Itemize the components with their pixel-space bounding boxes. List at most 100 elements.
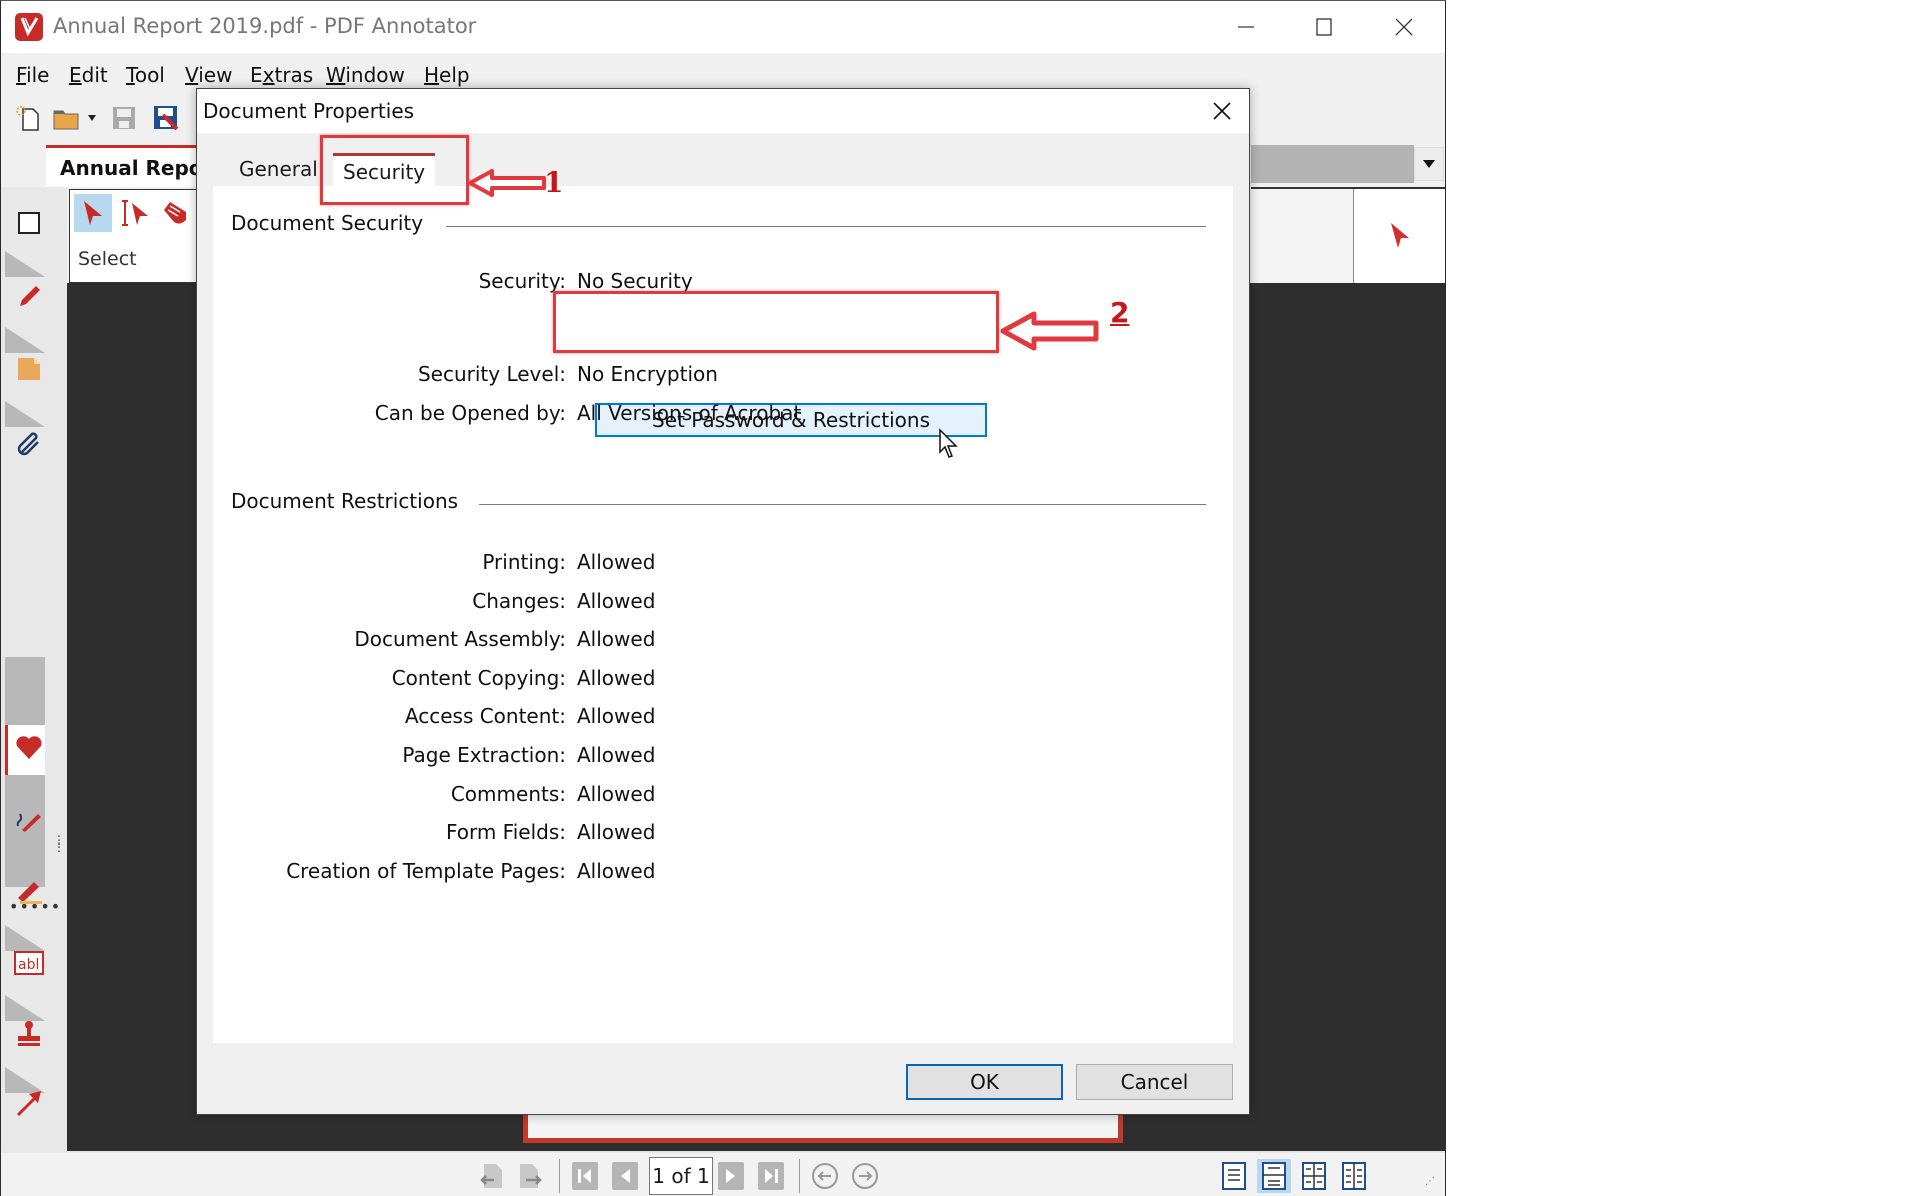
menu-view[interactable]: View [185, 63, 232, 87]
restriction-value: Allowed [577, 820, 656, 844]
annotation-step-1: 1 [544, 166, 564, 199]
restriction-label: Form Fields: [445, 820, 566, 844]
save-icon[interactable] [107, 101, 141, 135]
select-tool-label: Select [78, 248, 137, 270]
can-be-opened-by-value: All Versions of Acrobat [577, 401, 802, 425]
restriction-value: Allowed [577, 859, 656, 883]
continuous-view-button[interactable] [1257, 1159, 1291, 1193]
dialog-title: Document Properties [203, 99, 415, 123]
window-title: Annual Report 2019.pdf - PDF Annotator [53, 14, 477, 38]
menu-file[interactable]: File [16, 63, 49, 87]
new-document-icon[interactable] [11, 101, 45, 135]
note-icon[interactable] [9, 349, 49, 389]
annotation-highlight-box-2 [553, 291, 999, 353]
menu-window[interactable]: Window [326, 63, 405, 87]
menu-help[interactable]: Help [424, 63, 470, 87]
restriction-label: Access Content: [404, 704, 566, 728]
open-dropdown-icon[interactable] [81, 101, 103, 135]
restriction-label: Page Extraction: [402, 743, 566, 767]
restriction-value: Allowed [577, 743, 656, 767]
resize-grip[interactable]: ⋮ ⋮ [53, 834, 65, 853]
section-divider [446, 226, 1206, 227]
paperclip-icon[interactable] [9, 423, 49, 463]
pen-icon[interactable] [9, 275, 49, 315]
book-view-icon [1342, 1162, 1366, 1190]
tool-strip: ⋮ ⋮ ••••• abl [1, 187, 67, 1151]
restriction-value: Allowed [577, 666, 656, 690]
first-page-icon[interactable] [571, 1161, 599, 1191]
select-arrow-icon [1390, 223, 1409, 248]
document-restrictions-heading: Document Restrictions [231, 489, 459, 513]
mouse-pointer-icon [938, 428, 960, 464]
close-icon [1395, 18, 1413, 36]
favorites-heart-icon[interactable] [9, 727, 49, 767]
highlighter-icon[interactable] [9, 871, 49, 911]
menu-extras[interactable]: Extras [250, 63, 313, 87]
restriction-value: Allowed [577, 704, 656, 728]
restriction-label: Content Copying: [391, 666, 566, 690]
maximize-button[interactable] [1285, 1, 1363, 53]
last-page-icon[interactable] [757, 1161, 785, 1191]
close-window-button[interactable] [1365, 1, 1443, 53]
security-label: Security: [478, 269, 566, 293]
dialog-title-bar: Document Properties [197, 89, 1249, 133]
prev-page-icon[interactable] [611, 1161, 639, 1191]
restriction-value: Allowed [577, 550, 656, 574]
restriction-label: Comments: [450, 782, 566, 806]
minimize-button[interactable] [1207, 1, 1285, 53]
select-arrow-icon[interactable] [78, 198, 108, 232]
app-logo-icon [15, 13, 43, 41]
close-icon [1213, 102, 1231, 120]
text-select-icon[interactable] [118, 198, 152, 232]
next-page-icon[interactable] [717, 1161, 745, 1191]
restriction-label: Document Assembly: [354, 627, 566, 651]
status-separator [559, 1159, 560, 1193]
current-tool-preview [1353, 189, 1445, 283]
restriction-label: Changes: [472, 589, 566, 613]
restriction-value: Allowed [577, 782, 656, 806]
tool-properties-panel [1251, 187, 1445, 283]
text-field-icon[interactable]: abl [9, 943, 49, 983]
resize-grip-icon[interactable]: ⋰ [1425, 1177, 1435, 1187]
security-level-label: Security Level: [417, 362, 566, 386]
stamp-icon[interactable] [9, 1013, 49, 1053]
annotation-highlight-box-1 [320, 135, 469, 205]
dialog-close-button[interactable] [1199, 89, 1245, 133]
freehand-pen-icon[interactable] [9, 799, 49, 839]
document-tab[interactable]: Annual Report [46, 145, 222, 187]
next-document-icon[interactable] [517, 1161, 545, 1191]
book-view-button[interactable] [1337, 1159, 1371, 1193]
open-folder-icon[interactable] [49, 101, 83, 135]
annotation-step-2: 2 [1110, 296, 1130, 329]
prev-document-icon[interactable] [477, 1161, 505, 1191]
single-page-view-icon [1222, 1162, 1246, 1190]
two-page-view-button[interactable] [1297, 1159, 1331, 1193]
strip-divider [5, 251, 45, 277]
restriction-label: Printing: [482, 550, 566, 574]
ok-button[interactable]: OK [906, 1064, 1063, 1100]
cancel-button[interactable]: Cancel [1076, 1064, 1233, 1100]
maximize-icon [1316, 18, 1332, 36]
status-bar: 1 of 1 ⋰ [1, 1151, 1445, 1196]
menu-edit[interactable]: Edit [69, 63, 108, 87]
page-number-input[interactable]: 1 of 1 [649, 1157, 713, 1195]
arrow-icon[interactable] [9, 1083, 49, 1123]
checkbox-icon[interactable] [9, 203, 49, 243]
can-be-opened-by-label: Can be Opened by: [374, 401, 566, 425]
security-level-value: No Encryption [577, 362, 718, 386]
security-value: No Security [577, 269, 693, 293]
hand-pan-icon[interactable] [160, 198, 190, 232]
tab-list-dropdown-button[interactable] [1414, 147, 1444, 181]
forward-icon[interactable] [851, 1161, 879, 1191]
annotation-arrow-2 [1000, 310, 1100, 356]
continuous-view-icon [1262, 1162, 1286, 1190]
minimize-icon [1238, 26, 1254, 28]
title-bar: Annual Report 2019.pdf - PDF Annotator [1, 1, 1445, 53]
svg-text:abl: abl [18, 957, 39, 973]
menu-tool[interactable]: Tool [126, 63, 165, 87]
back-icon[interactable] [811, 1161, 839, 1191]
save-annotated-icon[interactable] [149, 101, 183, 135]
single-page-view-button[interactable] [1217, 1159, 1251, 1193]
chevron-down-icon [1423, 160, 1435, 168]
tab-general[interactable]: General [229, 153, 328, 187]
